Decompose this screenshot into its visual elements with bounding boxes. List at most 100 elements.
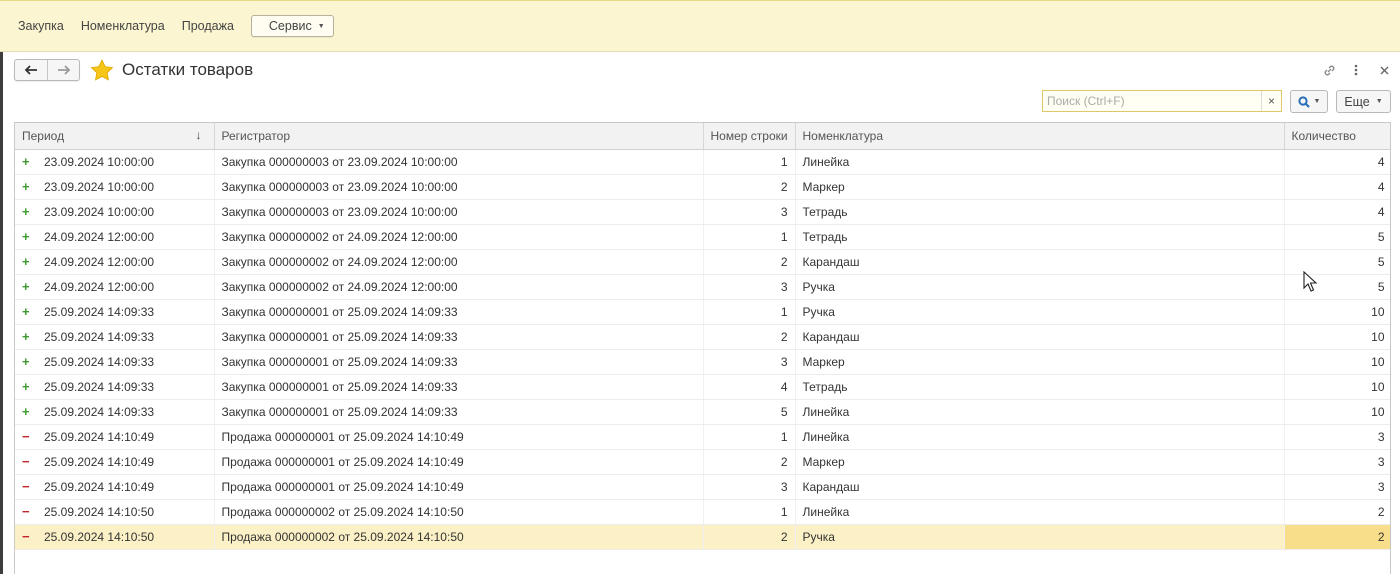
cell-registrar[interactable]: Продажа 000000002 от 25.09.2024 14:10:50 xyxy=(214,524,704,550)
cell-line-number[interactable]: 1 xyxy=(703,149,796,175)
cell-nomenclature[interactable]: Тетрадь xyxy=(795,224,1285,250)
cell-quantity[interactable]: 3 xyxy=(1284,474,1390,500)
cell-quantity[interactable]: 10 xyxy=(1284,399,1390,425)
table-row[interactable]: +24.09.2024 12:00:00 Закупка 000000002 от… xyxy=(15,224,1390,250)
link-button[interactable] xyxy=(1321,62,1337,78)
cell-line-number[interactable]: 3 xyxy=(703,274,796,300)
cell-quantity[interactable]: 10 xyxy=(1284,324,1390,350)
cell-quantity[interactable]: 4 xyxy=(1284,174,1390,200)
cell-period[interactable]: +24.09.2024 12:00:00 xyxy=(15,224,215,250)
cell-quantity[interactable]: 5 xyxy=(1284,274,1390,300)
cell-period[interactable]: +25.09.2024 14:09:33 xyxy=(15,399,215,425)
cell-period[interactable]: −25.09.2024 14:10:50 xyxy=(15,499,215,525)
cell-line-number[interactable]: 3 xyxy=(703,474,796,500)
cell-nomenclature[interactable]: Линейка xyxy=(795,149,1285,175)
table-row[interactable]: +23.09.2024 10:00:00 Закупка 000000003 от… xyxy=(15,149,1390,175)
section-link-purchase[interactable]: Закупка xyxy=(18,19,64,33)
cell-period[interactable]: +25.09.2024 14:09:33 xyxy=(15,374,215,400)
search-input[interactable] xyxy=(1043,91,1261,111)
cell-line-number[interactable]: 1 xyxy=(703,499,796,525)
cell-quantity[interactable]: 10 xyxy=(1284,299,1390,325)
cell-registrar[interactable]: Закупка 000000001 от 25.09.2024 14:09:33 xyxy=(214,299,704,325)
table-row[interactable]: +25.09.2024 14:09:33 Закупка 000000001 от… xyxy=(15,399,1390,425)
cell-line-number[interactable]: 1 xyxy=(703,224,796,250)
cell-nomenclature[interactable]: Маркер xyxy=(795,174,1285,200)
favorite-button[interactable] xyxy=(90,59,114,81)
cell-nomenclature[interactable]: Тетрадь xyxy=(795,199,1285,225)
cell-quantity[interactable]: 4 xyxy=(1284,149,1390,175)
cell-quantity[interactable]: 5 xyxy=(1284,224,1390,250)
cell-line-number[interactable]: 2 xyxy=(703,174,796,200)
cell-line-number[interactable]: 2 xyxy=(703,249,796,275)
cell-nomenclature[interactable]: Карандаш xyxy=(795,249,1285,275)
forward-button[interactable] xyxy=(47,60,79,80)
cell-quantity[interactable]: 10 xyxy=(1284,349,1390,375)
cell-period[interactable]: +23.09.2024 10:00:00 xyxy=(15,174,215,200)
cell-quantity[interactable]: 3 xyxy=(1284,449,1390,475)
cell-quantity[interactable]: 4 xyxy=(1284,199,1390,225)
cell-period[interactable]: −25.09.2024 14:10:49 xyxy=(15,449,215,475)
cell-quantity[interactable]: 2 xyxy=(1284,524,1390,550)
cell-period[interactable]: +25.09.2024 14:09:33 xyxy=(15,349,215,375)
table-row[interactable]: −25.09.2024 14:10:49 Продажа 000000001 от… xyxy=(15,449,1390,475)
cell-period[interactable]: +23.09.2024 10:00:00 xyxy=(15,149,215,175)
cell-nomenclature[interactable]: Маркер xyxy=(795,449,1285,475)
cell-nomenclature[interactable]: Линейка xyxy=(795,499,1285,525)
cell-quantity[interactable]: 5 xyxy=(1284,249,1390,275)
cell-registrar[interactable]: Закупка 000000003 от 23.09.2024 10:00:00 xyxy=(214,199,704,225)
column-header-registrar[interactable]: Регистратор xyxy=(214,123,704,150)
cell-line-number[interactable]: 1 xyxy=(703,424,796,450)
cell-period[interactable]: +23.09.2024 10:00:00 xyxy=(15,199,215,225)
cell-registrar[interactable]: Закупка 000000002 от 24.09.2024 12:00:00 xyxy=(214,274,704,300)
cell-nomenclature[interactable]: Ручка xyxy=(795,274,1285,300)
search-clear-button[interactable]: × xyxy=(1261,91,1281,111)
cell-nomenclature[interactable]: Ручка xyxy=(795,524,1285,550)
cell-registrar[interactable]: Закупка 000000001 от 25.09.2024 14:09:33 xyxy=(214,374,704,400)
cell-registrar[interactable]: Закупка 000000003 от 23.09.2024 10:00:00 xyxy=(214,149,704,175)
cell-line-number[interactable]: 2 xyxy=(703,324,796,350)
cell-nomenclature[interactable]: Карандаш xyxy=(795,324,1285,350)
search-button[interactable]: ▼ xyxy=(1290,90,1328,113)
table-row[interactable]: +25.09.2024 14:09:33 Закупка 000000001 от… xyxy=(15,374,1390,400)
more-button[interactable]: Еще ▼ xyxy=(1336,90,1391,113)
cell-period[interactable]: +25.09.2024 14:09:33 xyxy=(15,299,215,325)
cell-period[interactable]: +24.09.2024 12:00:00 xyxy=(15,274,215,300)
back-button[interactable] xyxy=(15,60,47,80)
cell-nomenclature[interactable]: Линейка xyxy=(795,424,1285,450)
cell-quantity[interactable]: 2 xyxy=(1284,499,1390,525)
cell-line-number[interactable]: 2 xyxy=(703,524,796,550)
cell-registrar[interactable]: Продажа 000000001 от 25.09.2024 14:10:49 xyxy=(214,424,704,450)
column-header-nomenclature[interactable]: Номенклатура xyxy=(795,123,1285,150)
table-row[interactable]: +23.09.2024 10:00:00 Закупка 000000003 от… xyxy=(15,199,1390,225)
service-menu-button[interactable]: Сервис ▼ xyxy=(250,15,334,37)
table-row[interactable]: −25.09.2024 14:10:49 Продажа 000000001 от… xyxy=(15,424,1390,450)
table-row[interactable]: +24.09.2024 12:00:00 Закупка 000000002 от… xyxy=(15,249,1390,275)
table-row[interactable]: +24.09.2024 12:00:00 Закупка 000000002 от… xyxy=(15,274,1390,300)
cell-nomenclature[interactable]: Тетрадь xyxy=(795,374,1285,400)
more-actions-button[interactable] xyxy=(1348,62,1364,78)
cell-period[interactable]: −25.09.2024 14:10:49 xyxy=(15,474,215,500)
cell-nomenclature[interactable]: Ручка xyxy=(795,299,1285,325)
cell-registrar[interactable]: Закупка 000000001 от 25.09.2024 14:09:33 xyxy=(214,349,704,375)
table-row[interactable]: −25.09.2024 14:10:49 Продажа 000000001 от… xyxy=(15,474,1390,500)
cell-nomenclature[interactable]: Карандаш xyxy=(795,474,1285,500)
column-header-line-number[interactable]: Номер строки xyxy=(703,123,796,150)
section-link-sale[interactable]: Продажа xyxy=(182,19,234,33)
column-header-quantity[interactable]: Количество xyxy=(1284,123,1390,150)
cell-registrar[interactable]: Продажа 000000002 от 25.09.2024 14:10:50 xyxy=(214,499,704,525)
cell-period[interactable]: +24.09.2024 12:00:00 xyxy=(15,249,215,275)
cell-registrar[interactable]: Продажа 000000001 от 25.09.2024 14:10:49 xyxy=(214,449,704,475)
cell-period[interactable]: −25.09.2024 14:10:49 xyxy=(15,424,215,450)
cell-line-number[interactable]: 1 xyxy=(703,299,796,325)
cell-period[interactable]: +25.09.2024 14:09:33 xyxy=(15,324,215,350)
cell-nomenclature[interactable]: Маркер xyxy=(795,349,1285,375)
section-link-nomenclature[interactable]: Номенклатура xyxy=(81,19,165,33)
cell-registrar[interactable]: Закупка 000000001 от 25.09.2024 14:09:33 xyxy=(214,399,704,425)
table-row[interactable]: −25.09.2024 14:10:50 Продажа 000000002 от… xyxy=(15,499,1390,525)
cell-registrar[interactable]: Продажа 000000001 от 25.09.2024 14:10:49 xyxy=(214,474,704,500)
cell-period[interactable]: −25.09.2024 14:10:50 xyxy=(15,524,215,550)
cell-line-number[interactable]: 3 xyxy=(703,349,796,375)
table-row[interactable]: +25.09.2024 14:09:33 Закупка 000000001 от… xyxy=(15,324,1390,350)
cell-registrar[interactable]: Закупка 000000002 от 24.09.2024 12:00:00 xyxy=(214,249,704,275)
cell-nomenclature[interactable]: Линейка xyxy=(795,399,1285,425)
